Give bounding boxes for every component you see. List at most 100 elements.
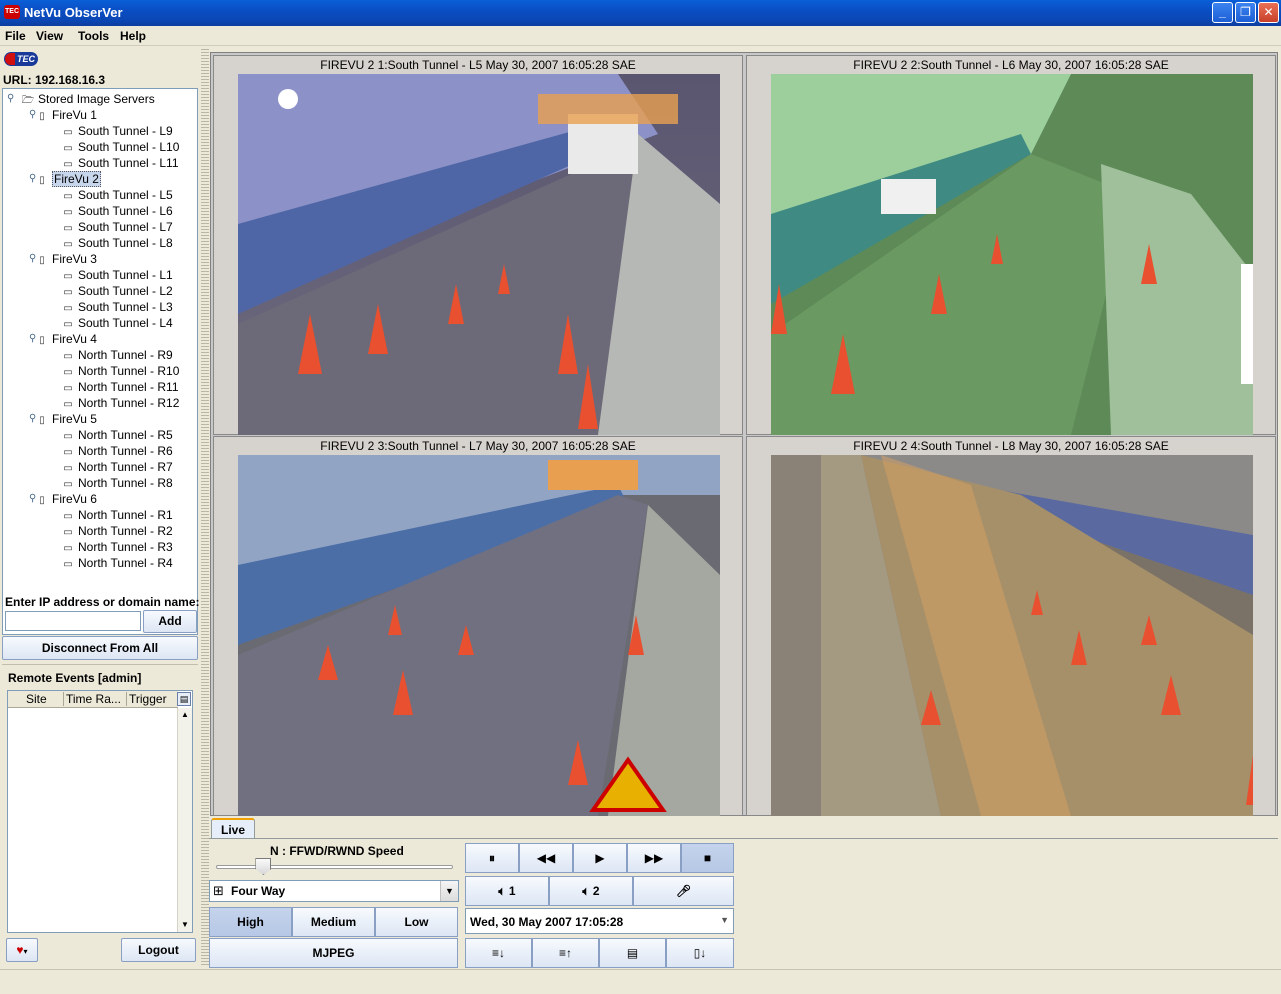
camera-feed[interactable] (238, 74, 720, 435)
camera-view-4[interactable]: FIREVU 2 4:South Tunnel - L8 May 30, 200… (746, 436, 1276, 816)
column-trigger[interactable]: Trigger (126, 692, 167, 706)
column-time-range[interactable]: Time Ra... (63, 692, 121, 706)
remote-events-table[interactable]: Site Time Ra... Trigger ▤ ▲ ▼ (7, 690, 193, 933)
quality-medium-button[interactable]: Medium (292, 907, 375, 937)
camera-label: North Tunnel - R6 (78, 444, 173, 458)
camera-view-3[interactable]: FIREVU 2 3:South Tunnel - L7 May 30, 200… (213, 436, 743, 816)
tree-item-camera[interactable]: ▭ South Tunnel - L8 (61, 235, 172, 251)
menu-file[interactable]: File (5, 29, 26, 43)
tree-item-camera[interactable]: ▭ North Tunnel - R1 (61, 507, 172, 523)
audio-1-button[interactable]: 🔈︎ 1 (465, 876, 549, 906)
layout-select-value: Four Way (231, 884, 286, 898)
audio-2-button[interactable]: 🔈︎ 2 (549, 876, 633, 906)
tree-item-camera[interactable]: ▭ North Tunnel - R6 (61, 443, 173, 459)
tree-item-server[interactable]: ▯ FireVu 3 (35, 251, 97, 267)
camera-label: North Tunnel - R4 (78, 556, 173, 570)
tree-item-camera[interactable]: ▭ South Tunnel - L6 (61, 203, 172, 219)
layout-select[interactable]: ⊞ Four Way ▼ (209, 880, 459, 902)
tree-item-server[interactable]: ▯ FireVu 5 (35, 411, 97, 427)
tree-item-camera[interactable]: ▭ South Tunnel - L10 (61, 139, 179, 155)
tree-item-camera[interactable]: ▭ South Tunnel - L7 (61, 219, 173, 235)
menu-help[interactable]: Help (120, 29, 146, 43)
camera-feed[interactable] (771, 74, 1253, 435)
speed-label: N : FFWD/RWND Speed (270, 844, 404, 858)
column-chooser-icon[interactable]: ▤ (177, 692, 191, 706)
logout-button[interactable]: Logout (121, 938, 196, 962)
tree-item-camera[interactable]: ▭ South Tunnel - L5 (61, 187, 172, 203)
ip-address-label: Enter IP address or domain name: (5, 595, 200, 609)
tree-item-camera[interactable]: ▭ North Tunnel - R8 (61, 475, 172, 491)
server-tree[interactable]: ⚲ 🗁 Stored Image Servers ⚲ ▯ FireVu 1 ▭ South T… (2, 88, 198, 635)
camera-label: North Tunnel - R12 (78, 396, 180, 410)
play-button[interactable]: ▶ (573, 843, 627, 873)
tree-item-camera[interactable]: ▭ South Tunnel - L3 (61, 299, 172, 315)
ip-address-input[interactable] (5, 611, 141, 631)
tree-item-root[interactable]: 🗁 Stored Image Servers (21, 91, 155, 107)
camera-view-1[interactable]: FIREVU 2 1:South Tunnel - L5 May 30, 200… (213, 55, 743, 435)
microphone-button[interactable]: 🎤︎ (633, 876, 734, 906)
grid-icon: ⊞ (213, 883, 224, 898)
tree-item-server[interactable]: ▯ FireVu 2 (35, 171, 101, 187)
pause-button[interactable]: ⏸ (465, 843, 519, 873)
camera-label: North Tunnel - R10 (78, 364, 180, 378)
datetime-select[interactable]: Wed, 30 May 2007 17:05:28 ▼ (465, 908, 734, 934)
fast-forward-button[interactable]: ▶▶ (627, 843, 681, 873)
restore-button[interactable]: ❐ (1235, 2, 1256, 23)
disconnect-all-button[interactable]: Disconnect From All (2, 636, 198, 660)
expand-handle-icon[interactable]: ⚲ (7, 93, 14, 104)
panel-splitter[interactable] (201, 47, 209, 967)
tree-item-camera[interactable]: ▭ North Tunnel - R4 (61, 555, 173, 571)
menu-tools[interactable]: Tools (78, 29, 109, 43)
tree-item-camera[interactable]: ▭ South Tunnel - L11 (61, 155, 178, 171)
speed-slider-track[interactable] (216, 865, 453, 869)
favorites-button[interactable]: ♥▾ (6, 938, 38, 962)
camera-feed[interactable] (771, 455, 1253, 816)
quality-low-button[interactable]: Low (375, 907, 458, 937)
camera-caption: FIREVU 2 3:South Tunnel - L7 May 30, 200… (320, 439, 636, 453)
tree-item-server[interactable]: ▯ FireVu 1 (35, 107, 97, 123)
add-button[interactable]: Add (143, 610, 197, 633)
column-site[interactable]: Site (26, 692, 47, 706)
tree-item-camera[interactable]: ▭ South Tunnel - L1 (61, 267, 172, 283)
mjpeg-button[interactable]: MJPEG (209, 938, 458, 968)
scroll-down-icon[interactable]: ▼ (178, 918, 192, 932)
camera-label: South Tunnel - L7 (78, 220, 173, 234)
close-button[interactable]: ✕ (1258, 2, 1279, 23)
list-down-icon: ≡↓ (491, 946, 505, 960)
camera-feed[interactable] (238, 455, 720, 816)
tree-item-camera[interactable]: ▭ North Tunnel - R5 (61, 427, 172, 443)
tree-item-camera[interactable]: ▭ North Tunnel - R12 (61, 395, 179, 411)
tree-item-camera[interactable]: ▭ North Tunnel - R11 (61, 379, 178, 395)
export-down-button[interactable]: ≡↓ (465, 938, 532, 968)
menu-view[interactable]: View (36, 29, 63, 43)
fast-forward-icon: ▶▶ (644, 851, 664, 865)
minimize-button[interactable]: _ (1212, 2, 1233, 23)
quality-high-button[interactable]: High (209, 907, 292, 937)
window-title: NetVu ObserVer (24, 5, 123, 20)
export-up-button[interactable]: ≡↑ (532, 938, 599, 968)
tree-item-camera[interactable]: ▭ North Tunnel - R10 (61, 363, 179, 379)
chevron-down-icon[interactable]: ▼ (440, 881, 458, 901)
record-button[interactable]: ■ (681, 843, 734, 873)
tree-item-server[interactable]: ▯ FireVu 6 (35, 491, 97, 507)
audio-1-label: 1 (508, 884, 516, 898)
chevron-down-icon[interactable]: ▼ (720, 915, 729, 925)
camera-view-2[interactable]: FIREVU 2 2:South Tunnel - L6 May 30, 200… (746, 55, 1276, 435)
tree-item-camera[interactable]: ▭ South Tunnel - L9 (61, 123, 172, 139)
tree-item-camera[interactable]: ▭ North Tunnel - R9 (61, 347, 172, 363)
save-clip-button[interactable]: ▯↓ (666, 938, 734, 968)
tree-item-camera[interactable]: ▭ North Tunnel - R7 (61, 459, 172, 475)
tree-root-label: Stored Image Servers (38, 92, 155, 106)
events-scrollbar[interactable]: ▲ ▼ (177, 708, 192, 932)
tree-item-camera[interactable]: ▭ South Tunnel - L4 (61, 315, 172, 331)
rewind-button[interactable]: ◀◀ (519, 843, 573, 873)
scroll-up-icon[interactable]: ▲ (178, 708, 192, 722)
video-grid: FIREVU 2 1:South Tunnel - L5 May 30, 200… (210, 52, 1278, 816)
tree-item-server[interactable]: ▯ FireVu 4 (35, 331, 97, 347)
record-icon: ■ (703, 851, 712, 865)
tab-live[interactable]: Live (211, 818, 255, 839)
list-view-button[interactable]: ▤ (599, 938, 666, 968)
tree-item-camera[interactable]: ▭ North Tunnel - R3 (61, 539, 172, 555)
tree-item-camera[interactable]: ▭ North Tunnel - R2 (61, 523, 172, 539)
tree-item-camera[interactable]: ▭ South Tunnel - L2 (61, 283, 172, 299)
